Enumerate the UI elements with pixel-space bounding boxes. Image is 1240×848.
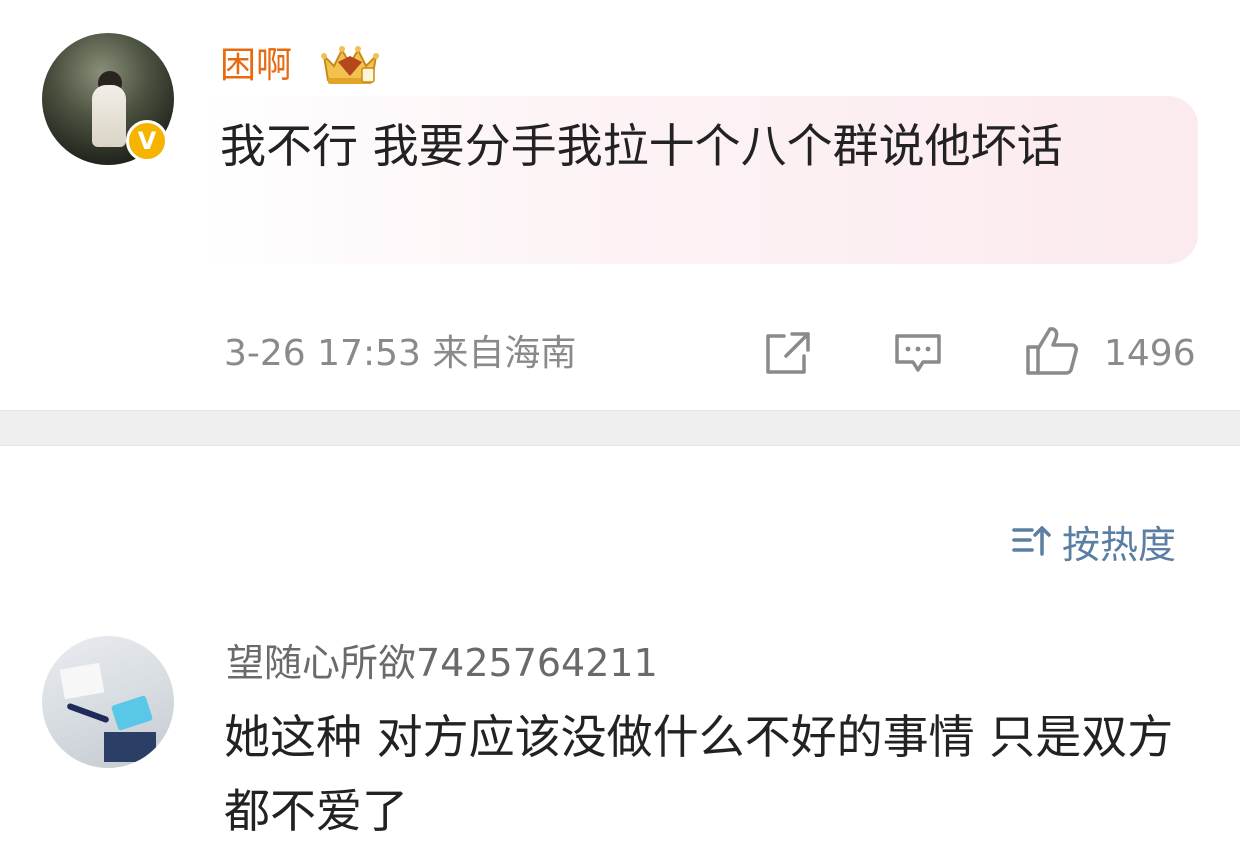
avatar-paper [59, 662, 105, 700]
avatar-pen [66, 702, 110, 724]
avatar-card [110, 695, 154, 731]
post-username[interactable]: 困啊 [220, 44, 292, 88]
sort-by-hot-button[interactable]: 按热度 [1012, 518, 1176, 567]
like-icon[interactable] [1024, 325, 1080, 377]
post-text: 我不行 我要分手我拉十个八个群说他坏话 [220, 119, 1063, 173]
reply-username[interactable]: 望随心所欲7425764211 [226, 640, 658, 686]
verified-badge-icon: V [126, 120, 168, 162]
sort-icon [1012, 526, 1051, 556]
reply-text: 她这种 对方应该没做什么不好的事情 只是双方都不爱了 [224, 710, 1174, 838]
avatar-book [104, 732, 156, 762]
section-divider [0, 410, 1240, 446]
share-icon[interactable] [762, 330, 812, 376]
like-count: 1496 [1104, 333, 1196, 374]
reply-avatar[interactable] [42, 636, 174, 768]
crown-badge-icon [321, 46, 379, 84]
post-meta: 3-26 17:53 来自海南 [224, 333, 577, 374]
comment-icon[interactable] [893, 330, 943, 376]
avatar-figure-dress [92, 85, 126, 147]
sort-label: 按热度 [1062, 522, 1177, 567]
